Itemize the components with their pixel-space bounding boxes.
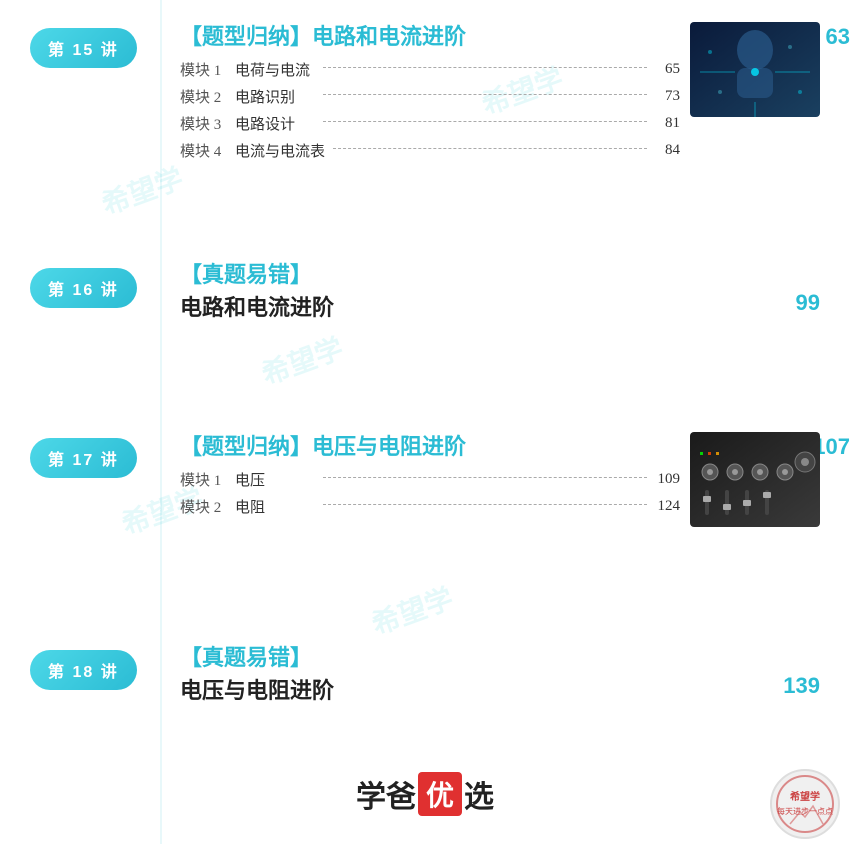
thumb-sec15	[690, 22, 820, 117]
title-black-sec18: 电压与电阻进阶	[180, 676, 820, 707]
module-name: 电路识别	[235, 86, 315, 107]
module-dots	[333, 148, 647, 149]
svg-text:希望学: 希望学	[789, 790, 820, 803]
module-page: 73	[655, 88, 680, 105]
page-num-sec18: 139	[783, 673, 820, 699]
module-row: 模块 3 电路设计 81	[180, 113, 680, 134]
module-row: 模块 2 电阻 124	[180, 496, 680, 517]
stamp-svg: 希望学 每天进步一点点	[775, 774, 835, 834]
badge-label-sec16: 第 16 讲	[48, 282, 119, 299]
brand-you: 优	[418, 772, 462, 816]
modules-sec15: 模块 1 电荷与电流 65 模块 2 电路识别 73 模块 3 电路设计 81 …	[180, 59, 680, 161]
content-sec15: 【题型归纳】电路和电流进阶 63 模块 1 电荷与电流 65 模块 2 电路识别…	[180, 22, 680, 161]
title-cyan-sec16: 【真题易错】	[180, 260, 820, 291]
brand-ba: 爸	[386, 772, 416, 816]
module-name: 电流与电流表	[235, 140, 325, 161]
module-name: 电压	[235, 469, 315, 490]
module-label: 模块 4	[180, 140, 235, 161]
module-dots	[323, 67, 647, 68]
title-sec15: 【题型归纳】电路和电流进阶	[180, 24, 466, 49]
badge-sec18: 第 18 讲	[30, 650, 137, 690]
watermark-1: 希望学	[96, 157, 189, 223]
content-sec17: 【题型归纳】电压与电阻进阶 107 模块 1 电压 109 模块 2 电阻 12…	[180, 432, 680, 517]
module-dots	[323, 121, 647, 122]
modules-sec17: 模块 1 电压 109 模块 2 电阻 124	[180, 469, 680, 517]
module-page: 65	[655, 61, 680, 78]
watermark-3: 希望学	[256, 327, 349, 393]
module-name: 电路设计	[235, 113, 315, 134]
badge-label-sec18: 第 18 讲	[48, 664, 119, 681]
badge-sec16: 第 16 讲	[30, 268, 137, 308]
module-dots	[323, 477, 647, 478]
badge-sec15: 第 15 讲	[30, 28, 137, 68]
title-sec17: 【题型归纳】电压与电阻进阶	[180, 434, 466, 459]
stamp-circle: 希望学 每天进步一点点	[770, 769, 840, 839]
module-row: 模块 2 电路识别 73	[180, 86, 680, 107]
badge-sec17: 第 17 讲	[30, 438, 137, 478]
content-sec18: 【真题易错】 电压与电阻进阶 139	[180, 643, 820, 707]
module-dots	[323, 94, 647, 95]
badge-label-sec17: 第 17 讲	[48, 452, 119, 469]
module-dots	[323, 504, 647, 505]
module-name: 电阻	[235, 496, 315, 517]
module-label: 模块 1	[180, 59, 235, 80]
thumb-sec17	[690, 432, 820, 527]
left-divider	[160, 0, 162, 844]
module-label: 模块 2	[180, 496, 235, 517]
module-page: 124	[655, 498, 680, 515]
brand-xuan: 选	[464, 772, 494, 816]
module-row: 模块 1 电压 109	[180, 469, 680, 490]
module-page: 81	[655, 115, 680, 132]
watermark-5: 希望学	[366, 577, 459, 643]
module-name: 电荷与电流	[235, 59, 315, 80]
module-label: 模块 3	[180, 113, 235, 134]
module-page: 84	[655, 142, 680, 159]
content-sec16: 【真题易错】 电路和电流进阶 99	[180, 260, 820, 324]
badge-label-sec15: 第 15 讲	[48, 42, 119, 59]
brand-xue: 学	[356, 772, 386, 816]
page-num-sec16: 99	[796, 290, 820, 316]
bottom-brand: 学 爸 优 选	[356, 772, 494, 816]
module-row: 模块 4 电流与电流表 84	[180, 140, 680, 161]
page-num-sec15: 63	[826, 24, 850, 50]
title-black-sec16: 电路和电流进阶	[180, 293, 820, 324]
module-row: 模块 1 电荷与电流 65	[180, 59, 680, 80]
module-page: 109	[655, 471, 680, 488]
module-label: 模块 2	[180, 86, 235, 107]
module-label: 模块 1	[180, 469, 235, 490]
page-container: 希望学 希望学 希望学 希望学 希望学 第 15 讲 【题型归纳】电路和电流进阶…	[0, 0, 850, 844]
svg-text:每天进步一点点: 每天进步一点点	[777, 806, 833, 816]
title-cyan-sec18: 【真题易错】	[180, 643, 820, 674]
